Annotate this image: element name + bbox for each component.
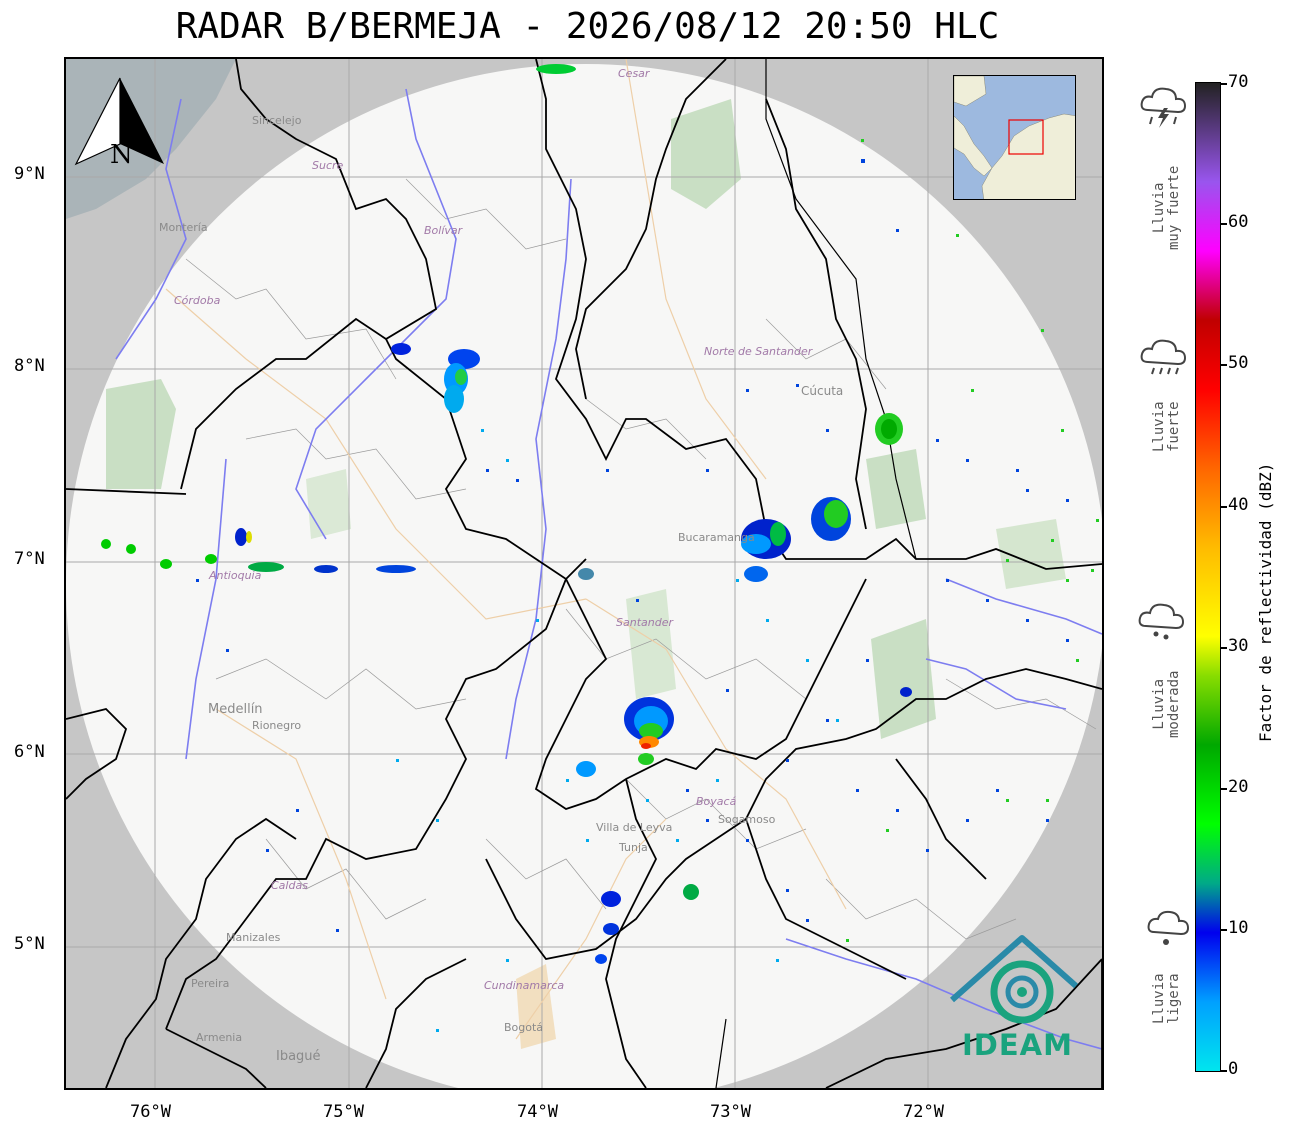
park-area	[866, 449, 926, 529]
colorbar-label: 70	[1228, 72, 1249, 92]
park-area	[306, 469, 351, 539]
region-label: Cundinamarca	[484, 979, 565, 992]
colorbar-label: 10	[1228, 918, 1249, 938]
locator-map-canvas	[954, 76, 1075, 199]
colorbar-tick	[1221, 223, 1227, 225]
lat-label: 8°N	[14, 356, 45, 376]
moderate-rain-cloud-icon	[1138, 603, 1185, 640]
rain-category-line: Lluvia	[1151, 973, 1167, 1024]
region-label: Santander	[616, 616, 673, 629]
colorbar-tick	[1221, 647, 1227, 649]
colorbar-tick	[1221, 788, 1227, 790]
park-area	[871, 619, 936, 739]
lon-label: 75°W	[323, 1102, 364, 1122]
rain-category-label: Lluvia muy fuerte	[1151, 165, 1182, 250]
region-label: Caldas	[271, 879, 308, 892]
region-label: Bolívar	[424, 224, 463, 237]
north-label: N	[110, 140, 133, 170]
rain-category-line: Lluvia	[1151, 679, 1167, 730]
colorbar-tick	[1221, 83, 1227, 85]
colorbar-tick	[1221, 1070, 1227, 1072]
lon-label: 74°W	[517, 1102, 558, 1122]
place-label: Cúcuta	[801, 384, 844, 398]
place-label: Montería	[159, 221, 208, 234]
colorbar-title: Factor de reflectividad (dBZ)	[1256, 462, 1275, 742]
lat-label: 9°N	[14, 164, 45, 184]
colorbar-label: 0	[1228, 1059, 1239, 1079]
place-label: Manizales	[226, 931, 281, 944]
rain-category-label: Lluvia moderada	[1151, 670, 1182, 738]
place-label: Rionegro	[252, 719, 302, 732]
colorbar-label: 20	[1228, 777, 1249, 797]
lon-label: 72°W	[903, 1102, 944, 1122]
colorbar-tick	[1221, 929, 1227, 931]
ideam-logo-text: IDEAM	[962, 1028, 1073, 1062]
rain-category-line: muy fuerte	[1166, 165, 1182, 250]
lat-label: 5°N	[14, 934, 45, 954]
rain-category-line: ligera	[1166, 973, 1182, 1024]
lat-label: 6°N	[14, 742, 45, 762]
colorbar-label: 40	[1228, 495, 1249, 515]
light-rain-cloud-icon	[1147, 910, 1190, 945]
map-title: RADAR B/BERMEJA - 2026/08/12 20:50 HLC	[175, 6, 1000, 47]
place-label: Sincelejo	[252, 114, 302, 127]
colorbar-tick	[1221, 364, 1227, 366]
rain-category-label: Lluvia fuerte	[1151, 401, 1182, 452]
place-label: Ibagué	[276, 1049, 321, 1064]
place-label: Sogamoso	[718, 813, 776, 826]
heavy-storm-cloud-icon	[1140, 87, 1187, 128]
place-label: Pereira	[191, 977, 230, 990]
colorbar-label: 30	[1228, 636, 1249, 656]
heavy-rain-cloud-icon	[1140, 339, 1187, 375]
colorbar-tick	[1221, 506, 1227, 508]
reflectivity-colorbar	[1195, 82, 1221, 1072]
place-label: Villa de Leyva	[596, 821, 673, 834]
rain-category-line: Lluvia	[1151, 182, 1167, 234]
lat-label: 7°N	[14, 549, 45, 569]
place-label: Bogotá	[504, 1021, 544, 1034]
colorbar-label: 60	[1228, 212, 1249, 232]
ideam-logo-icon	[950, 935, 1078, 1024]
rain-category-label: Lluvia ligera	[1151, 973, 1182, 1024]
rain-category-line: fuerte	[1166, 401, 1182, 452]
region-label: Norte de Santander	[704, 345, 813, 358]
region-label: Boyacá	[696, 795, 737, 808]
place-label: Armenia	[196, 1031, 243, 1044]
radar-map[interactable]: Sincelejo Sucre Montería Córdoba Cesar B…	[64, 57, 1104, 1090]
region-label: Córdoba	[174, 294, 221, 307]
rain-category-line: moderada	[1166, 670, 1182, 738]
locator-inset-map	[953, 75, 1076, 200]
region-label: Sucre	[312, 159, 344, 172]
lon-label: 76°W	[130, 1102, 171, 1122]
place-label: Medellín	[208, 702, 263, 717]
colorbar-label: 50	[1228, 353, 1249, 373]
region-label: Antioquia	[209, 569, 262, 582]
lon-label: 73°W	[710, 1102, 751, 1122]
rain-category-line: Lluvia	[1151, 401, 1167, 452]
place-label: Tunja	[619, 841, 648, 854]
place-label: Bucaramanga	[678, 531, 755, 544]
region-label: Cesar	[618, 67, 650, 80]
